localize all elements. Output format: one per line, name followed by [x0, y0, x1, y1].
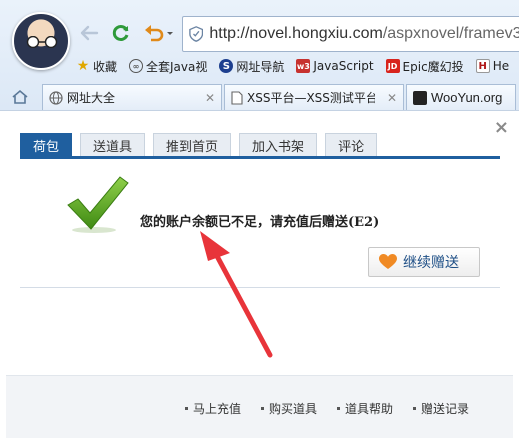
bookmark-he[interactable]: H He — [475, 59, 509, 73]
link-recharge[interactable]: 马上充值 — [184, 400, 241, 417]
dialog-footer: 马上充值 购买道具 道具帮助 赠送记录 — [6, 375, 513, 438]
avatar-glasses-icon — [26, 36, 58, 48]
bookmark-favorites[interactable]: ★ 收藏 — [76, 58, 117, 75]
tab-comment[interactable]: 评论 — [325, 133, 378, 156]
refresh-icon — [112, 25, 129, 41]
link-gift-history[interactable]: 赠送记录 — [412, 400, 469, 417]
page-icon — [231, 90, 243, 105]
footer-links: 马上充值 购买道具 道具帮助 赠送记录 — [165, 400, 469, 417]
tab-push-homepage[interactable]: 推到首页 — [153, 133, 232, 156]
address-bar[interactable]: http://novel.hongxiu.com/aspxnovel/frame… — [182, 16, 519, 52]
bookmark-javascript[interactable]: w3 JavaScript — [296, 59, 374, 73]
url-text: http://novel.hongxiu.com/aspxnovel/frame… — [209, 25, 519, 42]
dialog-tab-bar: 荷包 送道具 推到首页 加入书架 评论 — [20, 133, 500, 159]
link-buy-props[interactable]: 购买道具 — [260, 400, 317, 417]
user-avatar[interactable] — [12, 12, 70, 70]
continue-gift-label: 继续赠送 — [403, 255, 459, 271]
tab-add-bookshelf[interactable]: 加入书架 — [239, 133, 318, 156]
bookmark-java[interactable]: ∞ 全套Java视 — [129, 58, 207, 75]
gift-dialog: × 荷包 送道具 推到首页 加入书架 评论 您的账户余额已不足，请充值后赠送(E… — [0, 110, 519, 438]
browser-chrome: http://novel.hongxiu.com/aspxnovel/frame… — [0, 0, 519, 110]
globe-icon — [49, 90, 63, 105]
heart-icon — [379, 254, 397, 269]
undo-close-button[interactable] — [142, 22, 174, 44]
red-arrow-annotation-icon — [200, 231, 273, 358]
tab-wallet[interactable]: 荷包 — [20, 133, 73, 156]
bookmark-nav[interactable]: S 网址导航 — [219, 58, 284, 75]
back-arrow-icon — [80, 25, 99, 41]
java-icon: ∞ — [129, 59, 144, 73]
tab-wooyun[interactable]: WooYun.org — [406, 84, 516, 110]
tab-close-icon[interactable]: ✕ — [381, 91, 397, 105]
dialog-divider — [20, 287, 500, 288]
nav-icon: S — [219, 59, 234, 73]
w3-icon: w3 — [296, 59, 311, 73]
shield-icon — [189, 26, 204, 42]
tab-url-directory[interactable]: 网址大全 ✕ — [42, 84, 222, 110]
tab-strip: 网址大全 ✕ XSS平台—XSS测试平台 ✕ WooYun.org — [0, 80, 519, 110]
link-props-help[interactable]: 道具帮助 — [336, 400, 393, 417]
h-icon: H — [475, 59, 490, 73]
continue-gift-button[interactable]: 继续赠送 — [368, 247, 480, 277]
bookmarks-bar: ★ 收藏 ∞ 全套Java视 S 网址导航 w3 JavaScript JD E… — [76, 54, 519, 78]
refresh-button[interactable] — [110, 22, 132, 44]
tab-send-props[interactable]: 送道具 — [80, 133, 146, 156]
checkmark-icon — [67, 176, 129, 233]
back-button[interactable] — [78, 22, 100, 44]
undo-icon — [145, 25, 173, 42]
bookmark-epic[interactable]: JD Epic魔幻投 — [385, 58, 464, 75]
wooyun-icon — [413, 90, 427, 105]
home-icon — [12, 89, 28, 104]
tab-close-icon[interactable]: ✕ — [199, 91, 215, 105]
jd-icon: JD — [385, 59, 400, 73]
star-icon: ★ — [76, 58, 90, 74]
home-button[interactable] — [0, 84, 40, 110]
balance-message: 您的账户余额已不足，请充值后赠送(E2) — [140, 215, 380, 230]
tab-xss-platform[interactable]: XSS平台—XSS测试平台 ✕ — [224, 84, 404, 110]
